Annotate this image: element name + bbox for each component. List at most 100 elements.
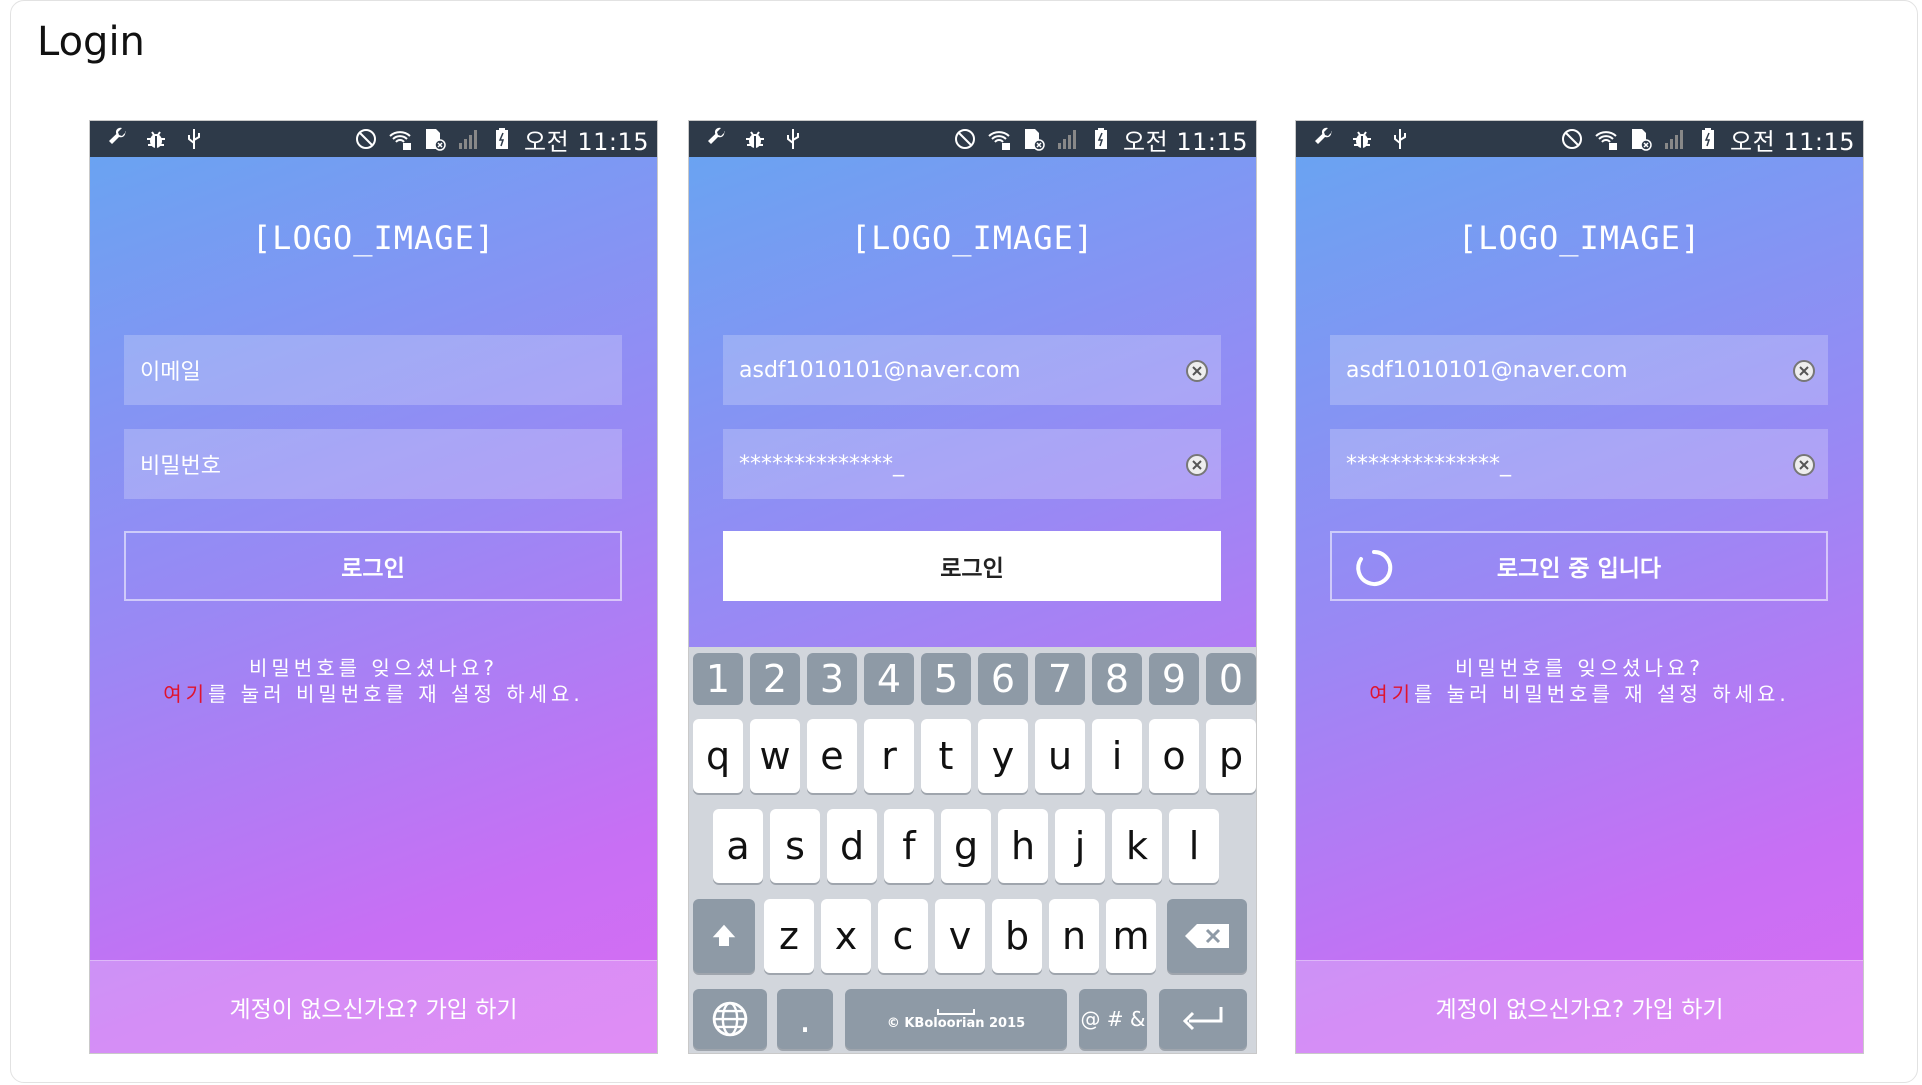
key-8[interactable]: 8 [1092,653,1142,705]
usb-icon [781,127,805,151]
enter-key[interactable] [1159,989,1247,1049]
mute-icon [354,127,378,151]
forgot-line1: 비밀번호를 잊으셨나요? [1455,656,1704,680]
key-m[interactable]: m [1106,899,1156,973]
password-field[interactable]: **************_ [1330,429,1828,499]
key-7[interactable]: 7 [1035,653,1085,705]
bug-icon [144,127,168,151]
key-l[interactable]: l [1169,809,1219,883]
usb-icon [182,127,206,151]
soft-keyboard: 1 2 3 4 5 6 7 8 9 0 q w e r t y u i o p … [689,647,1256,1053]
clear-password-icon[interactable] [1185,453,1209,477]
battery-icon [1696,127,1720,151]
wrench-icon [705,127,729,151]
key-q[interactable]: q [693,719,743,793]
space-key-label: © KBoloorian 2015 [886,1015,1026,1031]
key-i[interactable]: i [1092,719,1142,793]
login-screen: [LOGO_IMAGE] 이메일 비밀번호 로그인 비밀번호를 잊으셨나요? 여… [90,157,657,1053]
key-c[interactable]: c [878,899,928,973]
signup-link[interactable]: 계정이 없으신가요? 가입 하기 [1296,960,1863,1053]
login-button-label: 로그인 중 입니다 [1496,556,1662,582]
shift-icon [712,924,736,946]
password-field[interactable]: 비밀번호 [124,429,622,499]
reset-here-link[interactable]: 여기 [163,682,208,706]
key-t[interactable]: t [921,719,971,793]
forgot-line2: 여기를 눌러 비밀번호를 재 설정 하세요. [90,681,657,707]
key-3[interactable]: 3 [807,653,857,705]
phone-screen-typing: 오전 11:15 [LOGO_IMAGE] asdf1010101@naver.… [689,121,1256,1053]
key-o[interactable]: o [1149,719,1199,793]
reset-here-link[interactable]: 여기 [1369,682,1414,706]
space-key[interactable]: © KBoloorian 2015 [845,989,1067,1049]
loading-spinner-icon [1356,549,1393,586]
key-f[interactable]: f [884,809,934,883]
wrench-icon [1312,127,1336,151]
key-4[interactable]: 4 [864,653,914,705]
forgot-rest-text: 를 눌러 비밀번호를 재 설정 하세요. [1414,682,1790,706]
status-bar: 오전 11:15 [1296,121,1863,157]
password-value: **************_ [1346,451,1511,477]
mute-icon [953,127,977,151]
key-d[interactable]: d [827,809,877,883]
login-screen: [LOGO_IMAGE] asdf1010101@naver.com *****… [689,157,1256,1053]
key-r[interactable]: r [864,719,914,793]
key-x[interactable]: x [821,899,871,973]
logo-placeholder: [LOGO_IMAGE] [251,219,496,257]
key-6[interactable]: 6 [978,653,1028,705]
forgot-password-text: 비밀번호를 잊으셨나요? 여기를 눌러 비밀번호를 재 설정 하세요. [1296,655,1863,707]
status-bar: 오전 11:15 [90,121,657,157]
key-5[interactable]: 5 [921,653,971,705]
key-j[interactable]: j [1055,809,1105,883]
forgot-password-text: 비밀번호를 잊으셨나요? 여기를 눌러 비밀번호를 재 설정 하세요. [90,655,657,707]
key-0[interactable]: 0 [1206,653,1256,705]
signup-link[interactable]: 계정이 없으신가요? 가입 하기 [90,960,657,1053]
bug-icon [743,127,767,151]
key-g[interactable]: g [941,809,991,883]
email-field[interactable]: asdf1010101@naver.com [1330,335,1828,405]
backspace-key[interactable] [1167,899,1247,973]
wrench-icon [106,127,130,151]
page-title: Login [37,19,145,65]
key-w[interactable]: w [750,719,800,793]
login-screen: [LOGO_IMAGE] asdf1010101@naver.com *****… [1296,157,1863,1053]
key-2[interactable]: 2 [750,653,800,705]
period-key[interactable]: . [777,989,833,1049]
enter-icon [1182,1007,1223,1031]
mute-icon [1560,127,1584,151]
password-field[interactable]: **************_ [723,429,1221,499]
shift-key[interactable] [693,899,755,973]
key-z[interactable]: z [764,899,814,973]
sim-error-icon [1628,127,1652,151]
key-e[interactable]: e [807,719,857,793]
login-button[interactable]: 로그인 [723,531,1221,601]
language-key[interactable] [693,989,767,1049]
bug-icon [1350,127,1374,151]
key-k[interactable]: k [1112,809,1162,883]
email-field[interactable]: 이메일 [124,335,622,405]
logo-placeholder: [LOGO_IMAGE] [1457,219,1702,257]
login-button-loading[interactable]: 로그인 중 입니다 [1330,531,1828,601]
phone-screen-empty: 오전 11:15 [LOGO_IMAGE] 이메일 비밀번호 로그인 비밀번호를… [90,121,657,1053]
clear-email-icon[interactable] [1792,359,1816,383]
email-field[interactable]: asdf1010101@naver.com [723,335,1221,405]
key-h[interactable]: h [998,809,1048,883]
forgot-line2: 여기를 눌러 비밀번호를 재 설정 하세요. [1296,681,1863,707]
key-s[interactable]: s [770,809,820,883]
email-value: asdf1010101@naver.com [739,357,1021,383]
key-b[interactable]: b [992,899,1042,973]
wifi-lock-icon [388,127,412,151]
signal-icon [1055,127,1079,151]
clear-email-icon[interactable] [1185,359,1209,383]
login-button[interactable]: 로그인 [124,531,622,601]
key-y[interactable]: y [978,719,1028,793]
key-u[interactable]: u [1035,719,1085,793]
symbols-key[interactable]: @ # & [1079,989,1147,1049]
key-n[interactable]: n [1049,899,1099,973]
sim-error-icon [422,127,446,151]
key-1[interactable]: 1 [693,653,743,705]
clear-password-icon[interactable] [1792,453,1816,477]
key-a[interactable]: a [713,809,763,883]
key-p[interactable]: p [1206,719,1256,793]
key-9[interactable]: 9 [1149,653,1199,705]
key-v[interactable]: v [935,899,985,973]
